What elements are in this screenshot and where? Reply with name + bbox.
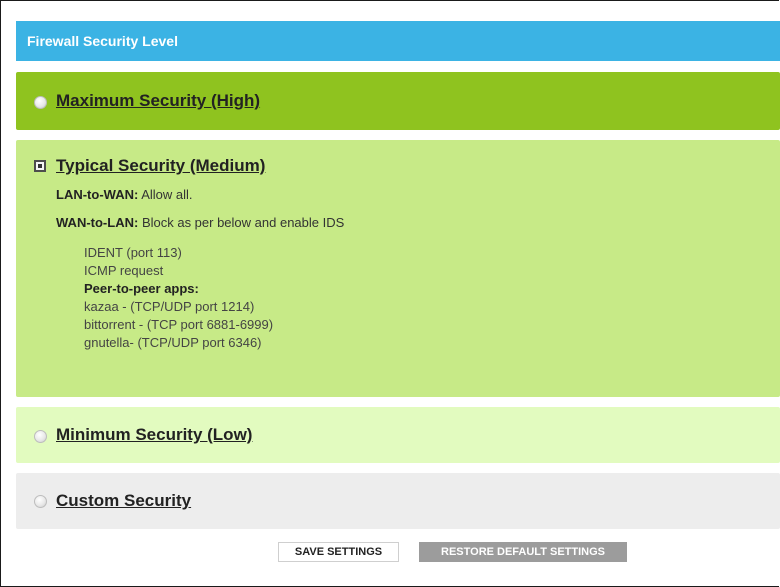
- list-item: IDENT (port 113): [84, 245, 182, 260]
- option-typical-security[interactable]: Typical Security (Medium) LAN-to-WAN: Al…: [16, 140, 780, 397]
- option-minimum-security-label[interactable]: Minimum Security (Low): [56, 425, 252, 445]
- wan-to-lan-value: Block as per below and enable IDS: [141, 215, 345, 230]
- option-minimum-security[interactable]: Minimum Security (Low): [16, 407, 780, 463]
- list-heading: Peer-to-peer apps:: [84, 281, 199, 296]
- selected-radio-icon[interactable]: [34, 160, 46, 172]
- radio-button-icon[interactable]: [34, 430, 47, 443]
- lan-to-wan-label: LAN-to-WAN:: [56, 187, 139, 202]
- wan-to-lan-label: WAN-to-LAN:: [56, 215, 139, 230]
- list-item: bittorrent - (TCP port 6881-6999): [84, 317, 274, 332]
- list-item: ICMP request: [84, 263, 164, 278]
- section-header: Firewall Security Level: [16, 21, 780, 61]
- option-maximum-security[interactable]: Maximum Security (High): [16, 72, 780, 130]
- restore-default-settings-button[interactable]: RESTORE DEFAULT SETTINGS: [419, 542, 627, 562]
- save-settings-button[interactable]: SAVE SETTINGS: [278, 542, 399, 562]
- option-typical-security-label[interactable]: Typical Security (Medium): [56, 156, 265, 176]
- option-custom-security-label[interactable]: Custom Security: [56, 491, 191, 511]
- wan-to-lan-rule: WAN-to-LAN: Block as per below and enabl…: [56, 215, 344, 230]
- radio-button-icon[interactable]: [34, 96, 47, 109]
- radio-button-icon[interactable]: [34, 495, 47, 508]
- blocked-services-list: IDENT (port 113) ICMP request Peer-to-pe…: [84, 244, 273, 352]
- option-custom-security[interactable]: Custom Security: [16, 473, 780, 529]
- list-item: gnutella- (TCP/UDP port 6346): [84, 335, 262, 350]
- firewall-settings-frame: Firewall Security Level Maximum Security…: [0, 0, 780, 587]
- lan-to-wan-value: Allow all.: [141, 187, 193, 202]
- lan-to-wan-rule: LAN-to-WAN: Allow all.: [56, 187, 193, 202]
- option-maximum-security-label[interactable]: Maximum Security (High): [56, 91, 260, 111]
- list-item: kazaa - (TCP/UDP port 1214): [84, 299, 255, 314]
